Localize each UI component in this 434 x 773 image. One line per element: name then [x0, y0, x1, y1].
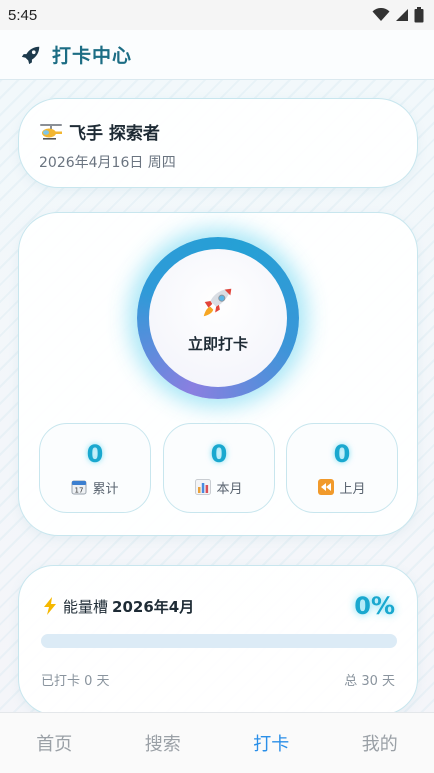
user-name: 飞手 探索者: [69, 124, 160, 144]
energy-month: 2026年4月: [112, 597, 195, 616]
stat-total-value: 0: [86, 439, 104, 468]
nav-item-search[interactable]: 搜索: [109, 730, 218, 756]
stat-month: 0 本月: [163, 423, 275, 513]
checkin-button[interactable]: 立即打卡: [149, 249, 287, 387]
bar-chart-icon: [195, 479, 212, 495]
bottom-nav: 首页 搜索 打卡 我的: [0, 712, 434, 773]
energy-progress-track: [41, 634, 397, 648]
nav-item-checkin[interactable]: 打卡: [217, 730, 326, 756]
nav-item-profile[interactable]: 我的: [326, 730, 434, 756]
stat-total-label: 累计: [92, 481, 119, 497]
stat-month-value: 0: [210, 439, 228, 468]
battery-icon: [414, 7, 424, 23]
energy-total-days: 总 30 天: [344, 674, 395, 689]
stat-last-month-label: 上月: [339, 481, 366, 497]
energy-percent: 0%: [354, 592, 395, 620]
status-icons: [372, 7, 424, 23]
energy-title: 能量槽: [63, 597, 109, 616]
rocket-icon: [21, 46, 40, 64]
page-title: 打卡中心: [52, 45, 133, 67]
stat-total: 0 17 累计: [39, 423, 151, 513]
nav-item-home[interactable]: 首页: [0, 730, 109, 756]
rocket-icon: [203, 288, 232, 316]
status-time: 5:45: [8, 6, 38, 24]
checkin-card: 立即打卡 0 17 累计 0 本月 0 上月: [18, 212, 418, 536]
svg-text:17: 17: [75, 487, 84, 495]
stat-last-month: 0 上月: [286, 423, 398, 513]
current-date: 2026年4月16日 周四: [39, 155, 176, 171]
checkin-button-label: 立即打卡: [187, 334, 248, 353]
stat-month-label: 本月: [216, 481, 243, 497]
lightning-icon: [44, 597, 56, 615]
stat-last-month-value: 0: [333, 439, 351, 468]
helicopter-icon: [40, 123, 62, 140]
status-bar: 5:45: [0, 0, 434, 30]
calendar-icon: 17: [71, 480, 87, 495]
rewind-icon: [318, 479, 335, 495]
app-header: 打卡中心: [0, 30, 434, 80]
energy-checked-days: 已打卡 0 天: [41, 674, 110, 689]
checkin-ring[interactable]: 立即打卡: [137, 237, 299, 399]
wifi-icon: [372, 8, 390, 21]
signal-icon: [396, 9, 408, 21]
user-card: 飞手 探索者 2026年4月16日 周四: [18, 98, 418, 188]
energy-card: 能量槽 2026年4月 0% 已打卡 0 天 总 30 天: [18, 565, 418, 715]
